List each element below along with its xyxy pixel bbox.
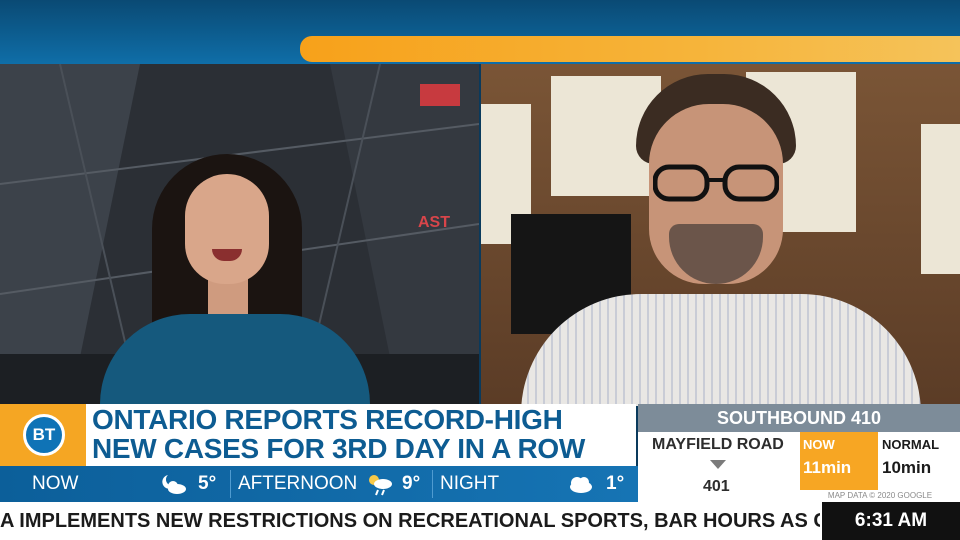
top-accent-bar xyxy=(300,36,960,62)
weather-temp-night: 1° xyxy=(606,473,625,494)
traffic-to: 401 xyxy=(703,478,730,495)
traffic-from: MAYFIELD ROAD xyxy=(652,436,784,453)
ticker-text: A IMPLEMENTS NEW RESTRICTIONS ON RECREAT… xyxy=(0,510,820,532)
weather-period-now: NOW xyxy=(32,473,79,494)
weather-divider xyxy=(432,470,433,498)
studio-sign: AST xyxy=(418,214,450,231)
cloudy-icon xyxy=(570,477,592,493)
weather-temp-afternoon: 9° xyxy=(402,473,421,494)
headline: ONTARIO REPORTS RECORD-HIGH NEW CASES FO… xyxy=(92,405,632,463)
weather-temp-now: 5° xyxy=(198,473,217,494)
down-arrow-icon xyxy=(710,460,726,469)
traffic-normal-label: NORMAL xyxy=(882,437,940,452)
headline-line-1: ONTARIO REPORTS RECORD-HIGH xyxy=(92,404,563,435)
guest-video-panel xyxy=(481,64,960,406)
map-credit: MAP DATA © 2020 GOOGLE xyxy=(827,491,933,500)
weather-period-afternoon: AFTERNOON xyxy=(238,473,358,494)
partly-cloudy-night-icon xyxy=(162,475,186,494)
anchor-video-panel: AST xyxy=(0,64,479,406)
headline-line-2: NEW CASES FOR 3RD DAY IN A ROW xyxy=(92,433,585,464)
traffic-now-time: 11min xyxy=(803,458,852,477)
anchor-face xyxy=(185,174,269,284)
traffic-now-label: NOW xyxy=(803,437,835,452)
rain-sun-icon xyxy=(369,475,392,496)
traffic-normal-time: 10min xyxy=(882,458,932,477)
clock: 6:31 AM xyxy=(822,502,960,540)
weather-period-night: NIGHT xyxy=(440,473,500,494)
weather-divider xyxy=(230,470,231,498)
right-paper xyxy=(921,124,960,274)
traffic-header: SOUTHBOUND 410 xyxy=(638,404,960,432)
glasses-icon xyxy=(653,164,779,202)
bt-logo: BT xyxy=(23,414,65,456)
guest-shirt xyxy=(521,294,921,406)
